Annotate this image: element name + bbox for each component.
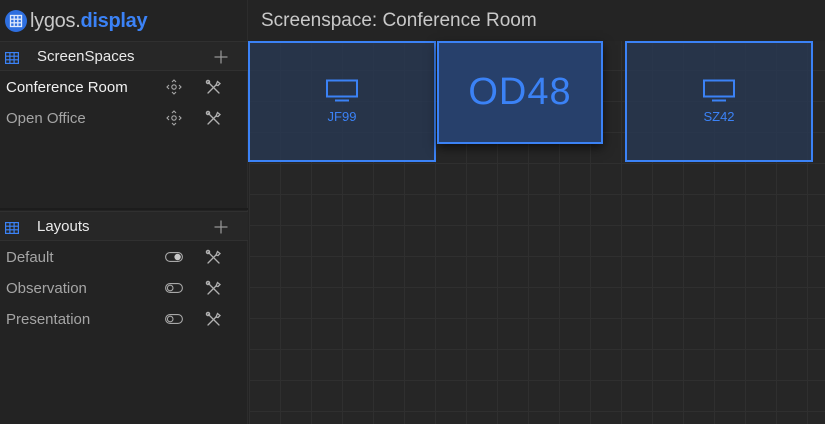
brand-name-part2: display <box>80 9 148 32</box>
screenspace-item-open-office[interactable]: Open Office <box>0 103 248 133</box>
page-title: Screenspace: Conference Room <box>261 10 537 31</box>
toggle-off-icon[interactable] <box>165 311 183 327</box>
grid-logo-icon <box>5 10 27 32</box>
layout-item-observation[interactable]: Observation <box>0 273 248 303</box>
add-screenspace-button[interactable] <box>211 47 231 67</box>
app: lygos.display ScreenSpaces Conference Ro… <box>0 0 825 424</box>
brand-name-part1: lygos. <box>30 9 81 32</box>
layout-label: Default <box>6 248 54 266</box>
screen-name: OD48 <box>468 71 572 113</box>
screenspace-label: Conference Room <box>6 78 128 96</box>
layout-item-presentation[interactable]: Presentation <box>0 304 248 334</box>
layout-label: Observation <box>6 279 87 297</box>
tools-icon[interactable] <box>204 109 222 127</box>
monitor-icon <box>703 79 735 102</box>
screen-tile-jf99[interactable]: JF99 <box>248 41 436 162</box>
move-icon[interactable] <box>165 110 183 126</box>
tools-icon[interactable] <box>204 279 222 297</box>
grid-icon <box>5 221 20 239</box>
sidebar: lygos.display ScreenSpaces Conference Ro… <box>0 0 248 424</box>
tools-icon[interactable] <box>204 310 222 328</box>
screenspace-item-conference-room[interactable]: Conference Room <box>0 72 248 102</box>
screen-tile-od48[interactable]: OD48 <box>437 41 603 144</box>
brand-name: lygos.display <box>30 9 148 33</box>
layout-label: Presentation <box>6 310 91 328</box>
screenspaces-title: ScreenSpaces <box>37 47 135 65</box>
layout-item-default[interactable]: Default <box>0 242 248 272</box>
main-header: Screenspace: Conference Room <box>249 0 825 41</box>
move-icon[interactable] <box>165 79 183 95</box>
add-layout-button[interactable] <box>211 217 231 237</box>
screenspace-canvas[interactable]: Screenspace: Conference Room JF99 OD48 S… <box>248 0 825 424</box>
screen-name: SZ42 <box>703 109 735 124</box>
brand[interactable]: lygos.display <box>5 7 148 35</box>
screenspace-label: Open Office <box>6 109 86 127</box>
screenspaces-header: ScreenSpaces <box>0 41 248 71</box>
toggle-on-icon[interactable] <box>165 249 183 265</box>
monitor-icon <box>326 79 358 102</box>
plus-icon <box>214 50 228 64</box>
section-divider <box>0 208 248 210</box>
toggle-off-icon[interactable] <box>165 280 183 296</box>
layouts-title: Layouts <box>37 217 90 235</box>
screen-tile-sz42[interactable]: SZ42 <box>625 41 813 162</box>
layouts-header: Layouts <box>0 211 248 241</box>
tools-icon[interactable] <box>204 78 222 96</box>
screen-name: JF99 <box>327 109 357 124</box>
plus-icon <box>214 220 228 234</box>
tools-icon[interactable] <box>204 248 222 266</box>
grid-icon <box>5 51 20 69</box>
